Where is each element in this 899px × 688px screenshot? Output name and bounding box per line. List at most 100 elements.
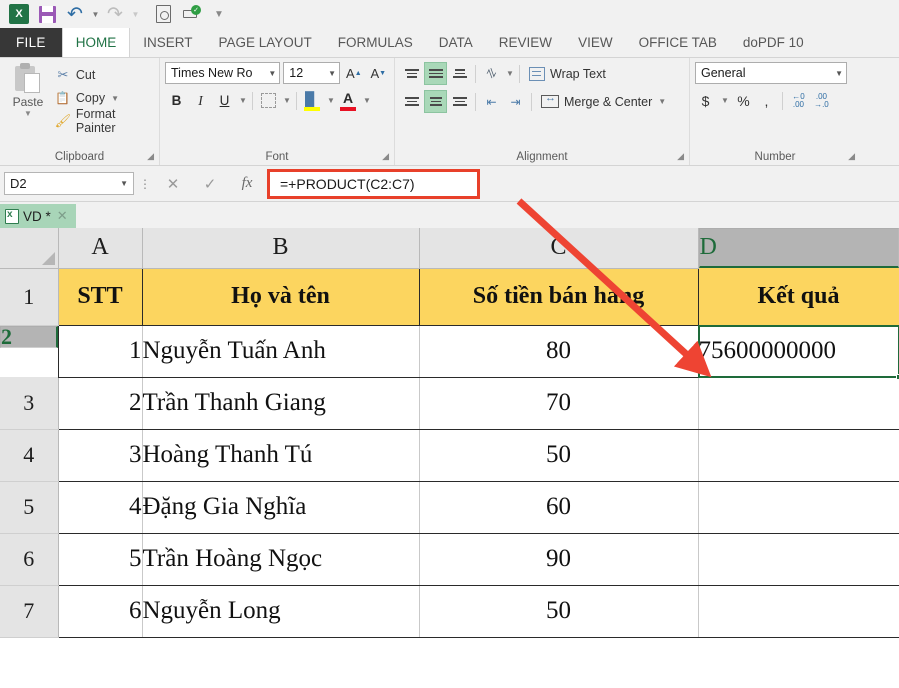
number-format-select[interactable]: General ▼ [695,62,847,84]
enter-formula-icon[interactable]: ✓ [193,172,227,196]
cell-d4[interactable] [698,429,899,482]
increase-indent-button[interactable]: ⇥ [504,90,527,113]
align-middle-button[interactable] [424,62,447,85]
font-color-dropdown-icon[interactable]: ▼ [361,89,372,112]
undo-icon[interactable]: ↶ [62,2,88,26]
column-header-d[interactable]: D [698,228,899,268]
cell-a5[interactable]: 4 [57,481,143,534]
row-header-7[interactable]: 7 [0,585,59,638]
cell-d1[interactable]: Kết quả [698,268,899,326]
cell-d3[interactable] [698,377,899,430]
fill-color-dropdown-icon[interactable]: ▼ [325,89,336,112]
cell-c6[interactable]: 90 [419,533,699,586]
font-size-input[interactable]: 12 ▼ [283,62,341,84]
borders-dropdown-icon[interactable]: ▼ [281,89,292,112]
accounting-format-button[interactable]: $ [695,89,716,112]
increase-decimal-button[interactable]: ←0.00 [788,89,809,112]
alignment-dialog-launcher-icon[interactable]: ◢ [677,151,684,162]
cell-c5[interactable]: 60 [419,481,699,534]
decrease-indent-button[interactable]: ⇤ [480,90,503,113]
insert-function-icon[interactable]: fx [230,172,264,196]
increase-font-size-button[interactable]: A ▲ [343,62,364,84]
tab-review[interactable]: REVIEW [486,28,565,57]
cell-b4[interactable]: Hoàng Thanh Tú [142,429,420,482]
decrease-font-size-button[interactable]: A ▼ [368,62,389,84]
align-top-button[interactable] [400,62,423,85]
cell-b3[interactable]: Trần Thanh Giang [142,377,420,430]
orientation-button[interactable]: ⥮ [480,62,503,85]
row-header-2[interactable]: 2 [0,324,58,349]
fill-handle[interactable] [895,373,899,380]
cell-b1[interactable]: Họ và tên [142,268,420,326]
tab-view[interactable]: VIEW [565,28,626,57]
tab-page-layout[interactable]: PAGE LAYOUT [205,28,324,57]
cell-a2[interactable]: 1 [57,325,143,378]
cell-c2[interactable]: 80 [419,325,699,378]
font-dialog-launcher-icon[interactable]: ◢ [382,151,389,162]
cell-b2[interactable]: Nguyễn Tuấn Anh [142,325,420,378]
orientation-dropdown-icon[interactable]: ▼ [504,62,515,85]
align-bottom-button[interactable] [448,62,471,85]
tab-home[interactable]: HOME [61,28,131,57]
align-right-button[interactable] [448,90,471,113]
tab-insert[interactable]: INSERT [130,28,205,57]
cell-a6[interactable]: 5 [57,533,143,586]
accounting-dropdown-icon[interactable]: ▼ [718,89,731,112]
name-box[interactable]: D2 ▼ [4,172,134,195]
cancel-formula-icon[interactable]: ✕ [156,172,190,196]
row-header-4[interactable]: 4 [0,429,59,482]
row-header-6[interactable]: 6 [0,533,59,586]
underline-button[interactable]: U [213,89,236,112]
tab-dopdf[interactable]: doPDF 10 [730,28,817,57]
merge-center-button[interactable]: Merge & Center ▼ [541,92,666,109]
row-header-3[interactable]: 3 [0,377,59,430]
copy-button[interactable]: 📋 Copy ▼ [55,88,154,108]
cell-d6[interactable] [698,533,899,586]
cell-b6[interactable]: Trần Hoàng Ngọc [142,533,420,586]
name-box-dropdown-icon[interactable]: ▼ [120,179,128,188]
cell-d5[interactable] [698,481,899,534]
quick-print-icon[interactable]: ✓ [178,2,204,26]
underline-dropdown-icon[interactable]: ▼ [237,89,248,112]
cell-a3[interactable]: 2 [57,377,143,430]
cut-button[interactable]: ✂ Cut [55,65,154,85]
cell-c1[interactable]: Số tiền bán hàng [419,268,699,326]
paste-dropdown-icon[interactable]: ▼ [24,109,32,118]
align-center-button[interactable] [424,90,447,113]
merge-dropdown-icon[interactable]: ▼ [658,97,666,106]
formula-input[interactable]: =+PRODUCT(C2:C7) [267,168,480,199]
redo-icon[interactable]: ↶ [102,2,128,26]
cell-a4[interactable]: 3 [57,429,143,482]
font-color-button[interactable]: A [337,89,360,112]
number-dialog-launcher-icon[interactable]: ◢ [848,151,855,162]
font-name-input[interactable]: Times New Ro ▼ [165,62,281,84]
wrap-text-button[interactable]: Wrap Text [529,66,606,81]
print-preview-icon[interactable] [150,2,176,26]
paste-button[interactable]: Paste ▼ [5,62,51,131]
tab-office-tab[interactable]: OFFICE TAB [626,28,730,57]
italic-button[interactable]: I [189,89,212,112]
cell-c4[interactable]: 50 [419,429,699,482]
cell-a7[interactable]: 6 [57,585,143,638]
comma-style-button[interactable]: , [756,89,777,112]
sheet-tab-vd[interactable]: VD * ✕ [0,204,76,228]
undo-dropdown-icon[interactable]: ▼ [90,2,100,26]
tab-file[interactable]: FILE [0,28,62,57]
cell-c3[interactable]: 70 [419,377,699,430]
cell-b5[interactable]: Đặng Gia Nghĩa [142,481,420,534]
row-header-5[interactable]: 5 [0,481,59,534]
fill-color-button[interactable]: █ [301,89,324,112]
cell-b7[interactable]: Nguyễn Long [142,585,420,638]
cell-d2[interactable]: 75600000000 [697,324,899,380]
row-header-1[interactable]: 1 [0,268,59,326]
format-painter-button[interactable]: 🖌 Format Painter [55,107,154,135]
save-icon[interactable] [34,2,60,26]
cell-d7[interactable] [698,585,899,638]
decrease-decimal-button[interactable]: .00 →.0 [811,89,832,112]
font-size-dropdown-icon[interactable]: ▼ [328,69,336,78]
close-icon[interactable]: ✕ [57,208,68,224]
select-all-corner[interactable] [0,228,59,269]
bold-button[interactable]: B [165,89,188,112]
clipboard-dialog-launcher-icon[interactable]: ◢ [147,151,154,162]
redo-dropdown-icon[interactable]: ▼ [130,2,140,26]
